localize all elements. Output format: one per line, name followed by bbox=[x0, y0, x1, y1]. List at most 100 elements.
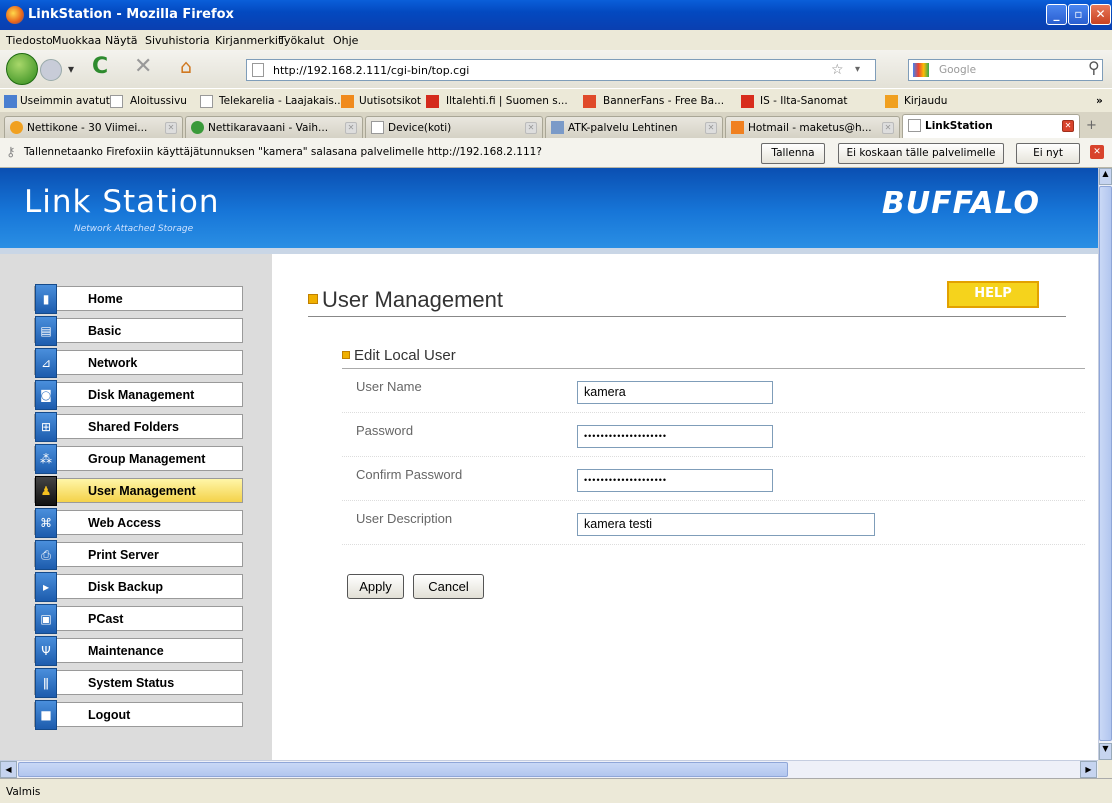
sidebar-item-web-access[interactable]: ⌘ Web Access bbox=[34, 508, 243, 538]
menu-tools[interactable]: Työkalut bbox=[279, 34, 325, 47]
menu-file[interactable]: Tiedosto bbox=[6, 34, 53, 47]
search-input[interactable]: Google bbox=[908, 59, 1103, 81]
bookmark-most-visited[interactable]: Useimmin avatut bbox=[20, 95, 110, 107]
new-tab-icon[interactable]: + bbox=[1086, 118, 1097, 133]
search-icon[interactable]: ⚲ bbox=[1088, 58, 1100, 77]
vertical-scrollbar[interactable]: ▲ ▼ bbox=[1098, 168, 1112, 760]
home-icon[interactable]: ⌂ bbox=[180, 56, 192, 78]
logo-subtitle: Network Attached Storage bbox=[74, 224, 194, 234]
forward-icon[interactable] bbox=[40, 59, 62, 81]
not-now-button[interactable]: Ei nyt bbox=[1016, 143, 1080, 164]
menu-history[interactable]: Sivuhistoria bbox=[145, 34, 210, 47]
iltalehti-icon bbox=[426, 95, 439, 108]
close-window-button[interactable]: ✕ bbox=[1090, 4, 1111, 25]
help-button[interactable]: HELP bbox=[947, 281, 1039, 308]
page-icon bbox=[252, 63, 264, 77]
tab-nettikaravaani[interactable]: Nettikaravaani - Vaih... ✕ bbox=[185, 116, 363, 138]
never-save-button[interactable]: Ei koskaan tälle palvelimelle bbox=[838, 143, 1004, 164]
close-tab-icon[interactable]: ✕ bbox=[525, 122, 537, 134]
tab-label: Device(koti) bbox=[388, 122, 452, 134]
sidebar-item-pcast[interactable]: ▣ PCast bbox=[34, 604, 243, 634]
sidebar-item-shared-folders[interactable]: ⊞ Shared Folders bbox=[34, 412, 243, 442]
scroll-right-icon[interactable]: ▶ bbox=[1080, 761, 1097, 778]
network-icon: ⊿ bbox=[35, 348, 57, 378]
description-input[interactable]: kamera testi bbox=[577, 513, 875, 536]
sidebar-item-home[interactable]: ▮ Home bbox=[34, 284, 243, 314]
confirm-password-input[interactable]: •••••••••••••••••••• bbox=[577, 469, 773, 492]
close-tab-icon[interactable]: ✕ bbox=[882, 122, 894, 134]
sidebar-item-network[interactable]: ⊿ Network bbox=[34, 348, 243, 378]
scroll-up-icon[interactable]: ▲ bbox=[1099, 168, 1112, 185]
menu-help[interactable]: Ohje bbox=[333, 34, 358, 47]
username-input[interactable]: kamera bbox=[577, 381, 773, 404]
section-title: Edit Local User bbox=[354, 347, 456, 364]
basic-icon: ▤ bbox=[35, 316, 57, 346]
password-label: Password bbox=[356, 423, 414, 438]
horizontal-scroll-thumb[interactable] bbox=[18, 762, 788, 777]
close-notification-icon[interactable]: ✕ bbox=[1090, 145, 1104, 159]
sidebar-item-logout[interactable]: ■ Logout bbox=[34, 700, 243, 730]
reload-icon[interactable]: C bbox=[92, 54, 108, 79]
apply-button[interactable]: Apply bbox=[347, 574, 404, 599]
login-icon bbox=[885, 95, 898, 108]
close-tab-icon[interactable]: ✕ bbox=[165, 122, 177, 134]
close-tab-icon[interactable]: ✕ bbox=[1062, 120, 1074, 132]
star-icon[interactable]: ☆ bbox=[831, 62, 844, 78]
bookmark-iltalehti[interactable]: Iltalehti.fi | Suomen s... bbox=[446, 95, 568, 107]
navigation-toolbar: ▾ C ✕ ⌂ http://192.168.2.111/cgi-bin/top… bbox=[0, 50, 1112, 88]
maximize-button[interactable]: ▫ bbox=[1068, 4, 1089, 25]
url-input[interactable]: http://192.168.2.111/cgi-bin/top.cgi ☆ ▾ bbox=[246, 59, 876, 81]
scroll-left-icon[interactable]: ◀ bbox=[0, 761, 17, 778]
tab-favicon bbox=[10, 121, 23, 134]
bookmark-login[interactable]: Kirjaudu bbox=[904, 95, 947, 107]
status-text: Valmis bbox=[6, 786, 41, 798]
sidebar-item-disk-management[interactable]: ◙ Disk Management bbox=[34, 380, 243, 410]
stop-icon[interactable]: ✕ bbox=[134, 54, 152, 79]
url-dropdown-icon[interactable]: ▾ bbox=[855, 64, 860, 75]
search-placeholder: Google bbox=[939, 64, 977, 76]
scroll-down-icon[interactable]: ▼ bbox=[1099, 743, 1112, 760]
sidebar-item-system-status[interactable]: ǁ System Status bbox=[34, 668, 243, 698]
vertical-scroll-thumb[interactable] bbox=[1099, 186, 1112, 741]
google-icon bbox=[913, 63, 929, 77]
form-row-username: User Name kamera bbox=[342, 369, 1085, 413]
backup-icon: ▸ bbox=[35, 572, 57, 602]
sidebar-item-basic[interactable]: ▤ Basic bbox=[34, 316, 243, 346]
password-input[interactable]: •••••••••••••••••••• bbox=[577, 425, 773, 448]
bookmark-is[interactable]: IS - Ilta-Sanomat bbox=[760, 95, 848, 107]
bookmark-news[interactable]: Uutisotsikot bbox=[359, 95, 421, 107]
tab-nettikone[interactable]: Nettikone - 30 Viimei... ✕ bbox=[4, 116, 183, 138]
tab-atk[interactable]: ATK-palvelu Lehtinen ✕ bbox=[545, 116, 723, 138]
bookmark-bannerfans[interactable]: BannerFans - Free Ba... bbox=[603, 95, 724, 107]
bookmarks-bar: Useimmin avatut Aloitussivu Telekarelia … bbox=[0, 88, 1112, 112]
tab-hotmail[interactable]: Hotmail - maketus@h... ✕ bbox=[725, 116, 900, 138]
bookmark-start[interactable]: Aloitussivu bbox=[130, 95, 187, 107]
sidebar-item-print-server[interactable]: ⎙ Print Server bbox=[34, 540, 243, 570]
is-icon bbox=[741, 95, 754, 108]
group-icon: ⁂ bbox=[35, 444, 57, 474]
horizontal-scrollbar[interactable]: ◀ ▶ bbox=[0, 760, 1098, 778]
save-password-button[interactable]: Tallenna bbox=[761, 143, 825, 164]
minimize-button[interactable]: _ bbox=[1046, 4, 1067, 25]
cancel-button[interactable]: Cancel bbox=[413, 574, 484, 599]
sidebar: ▮ Home ▤ Basic ⊿ Network ◙ Disk Management ⊞… bbox=[0, 254, 272, 760]
menu-view[interactable]: Näytä bbox=[105, 34, 138, 47]
history-dropdown-icon[interactable]: ▾ bbox=[68, 62, 74, 76]
sidebar-item-maintenance[interactable]: Ψ Maintenance bbox=[34, 636, 243, 666]
page-icon bbox=[200, 95, 213, 108]
more-bookmarks-icon[interactable]: » bbox=[1096, 95, 1103, 107]
sidebar-item-disk-backup[interactable]: ▸ Disk Backup bbox=[34, 572, 243, 602]
tab-device[interactable]: Device(koti) ✕ bbox=[365, 116, 543, 138]
sidebar-item-user-management[interactable]: ♟ User Management bbox=[34, 476, 243, 506]
menu-edit[interactable]: Muokkaa bbox=[52, 34, 101, 47]
menu-bookmarks[interactable]: Kirjanmerkit bbox=[215, 34, 282, 47]
close-tab-icon[interactable]: ✕ bbox=[345, 122, 357, 134]
sidebar-item-group-management[interactable]: ⁂ Group Management bbox=[34, 444, 243, 474]
url-text: http://192.168.2.111/cgi-bin/top.cgi bbox=[273, 64, 470, 77]
confirm-password-label: Confirm Password bbox=[356, 467, 463, 482]
title-bullet-icon bbox=[308, 294, 318, 304]
back-icon[interactable] bbox=[6, 53, 38, 85]
bookmark-telekarelia[interactable]: Telekarelia - Laajakais... bbox=[219, 95, 344, 107]
tab-linkstation[interactable]: LinkStation ✕ bbox=[902, 114, 1080, 138]
close-tab-icon[interactable]: ✕ bbox=[705, 122, 717, 134]
